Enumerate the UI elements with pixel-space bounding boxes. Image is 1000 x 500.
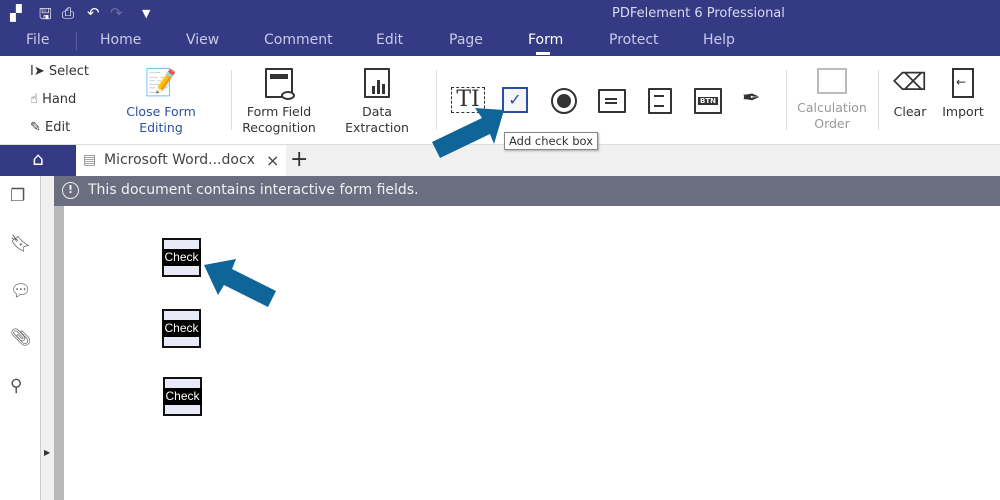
select-cursor-icon: I➤	[30, 64, 45, 79]
calculation-order-button[interactable]: Calculation Order	[794, 68, 870, 132]
clear-button[interactable]: ⌫ Clear	[890, 68, 930, 120]
checkbox-field-label: Check	[162, 320, 201, 337]
signature-tool-icon[interactable]: ✒	[742, 86, 760, 111]
bar-chart-icon	[364, 68, 390, 98]
edit-icon: ✎	[30, 120, 41, 135]
form-recognition-icon	[265, 68, 295, 100]
menu-comment[interactable]: Comment	[264, 32, 333, 48]
form-fields-notice: ! This document contains interactive for…	[54, 176, 1000, 206]
checkbox-field[interactable]: Check	[163, 377, 202, 416]
menu-divider	[76, 32, 77, 50]
tooltip: Add check box	[504, 132, 599, 150]
bookmark-icon[interactable]: 🔖︎	[10, 234, 32, 254]
pointer-arrow-checkbox	[204, 259, 276, 307]
label-line-2: Order	[814, 116, 850, 131]
print-icon[interactable]: ⎙	[62, 4, 74, 22]
arrow-shape	[204, 259, 276, 307]
select-tool[interactable]: I➤ Select	[30, 64, 89, 79]
home-tab-icon[interactable]: ⌂	[0, 145, 76, 176]
menu-view[interactable]: View	[186, 32, 219, 48]
checkbox-field-label: Check	[163, 388, 202, 405]
save-icon[interactable]: 🖫	[39, 4, 52, 29]
notice-text: This document contains interactive form …	[88, 182, 419, 198]
menu-file[interactable]: File	[26, 32, 49, 48]
clear-label: Clear	[893, 104, 927, 119]
btn-icon-text: BTN	[698, 97, 718, 105]
title-bar: ▞ 🖫 ⎙ ↶ ↷ ▼ PDFelement 6 Professional Fi…	[0, 0, 1000, 56]
list-box-tool-icon[interactable]	[648, 88, 672, 114]
edit-label: Edit	[45, 120, 71, 135]
label-line-1: Calculation	[797, 100, 867, 115]
close-tab-button[interactable]: ×	[266, 145, 279, 176]
redo-icon[interactable]: ↷	[110, 4, 123, 22]
pages-icon[interactable]: ❐	[10, 186, 25, 206]
checkbox-field[interactable]: Check	[162, 309, 201, 348]
label-line-1: Form Field	[246, 104, 312, 119]
attachment-icon[interactable]: 📎︎	[10, 328, 32, 348]
hand-label: Hand	[42, 92, 77, 107]
app-logo-icon: ▞	[10, 4, 22, 22]
menu-help[interactable]: Help	[703, 32, 735, 48]
divider	[231, 70, 232, 130]
close-form-editing-label: Close Form Editing	[126, 104, 196, 135]
import-label: Import	[942, 104, 984, 119]
pdf-page	[64, 206, 1000, 500]
new-tab-button[interactable]: +	[290, 145, 308, 175]
menu-protect[interactable]: Protect	[609, 32, 659, 48]
data-extraction-button[interactable]: Data Extraction	[330, 68, 424, 136]
menu-home[interactable]: Home	[100, 32, 141, 48]
data-extraction-label: Data Extraction	[345, 104, 409, 135]
form-field-recognition-button[interactable]: Form Field Recognition	[240, 68, 318, 136]
checkbox-field-label: Check	[162, 249, 201, 266]
combo-box-tool-icon[interactable]	[598, 89, 626, 113]
edit-tool[interactable]: ✎ Edit	[30, 120, 70, 135]
document-icon: ▤	[83, 152, 97, 168]
info-icon: !	[62, 182, 79, 199]
radio-button-tool-icon[interactable]	[551, 88, 577, 114]
hand-icon: ☝	[30, 92, 38, 107]
divider	[878, 70, 879, 130]
menu-form[interactable]: Form	[528, 32, 563, 48]
eraser-icon: ⌫	[893, 68, 927, 96]
comment-icon[interactable]: 💬︎	[10, 281, 32, 301]
menu-edit[interactable]: Edit	[376, 32, 403, 48]
calculator-icon	[817, 68, 847, 94]
menu-page[interactable]: Page	[449, 32, 483, 48]
search-icon[interactable]: ⚲	[10, 376, 22, 396]
app-title: PDFelement 6 Professional	[612, 6, 785, 21]
left-sidebar: ❐ 🔖︎ 💬︎ 📎︎ ⚲ ▶	[0, 176, 50, 500]
checkbox-field[interactable]: Check	[162, 238, 201, 277]
page-margin	[54, 176, 64, 500]
document-tab-title: Microsoft Word...docx	[104, 152, 255, 168]
form-edit-icon: 📝	[144, 68, 178, 98]
label-line-2: Recognition	[242, 120, 316, 135]
expand-panel-icon[interactable]: ▶	[44, 448, 50, 457]
active-menu-indicator	[536, 52, 550, 55]
undo-icon[interactable]: ↶	[87, 4, 100, 22]
pointer-arrow-toolbar	[432, 108, 504, 158]
hand-tool[interactable]: ☝ Hand	[30, 92, 76, 107]
import-button[interactable]: ← Import	[938, 68, 988, 120]
close-form-editing-button[interactable]: 📝 Close Form Editing	[104, 68, 218, 136]
divider	[786, 70, 787, 130]
document-tab[interactable]: ▤ Microsoft Word...docx ×	[76, 145, 286, 176]
import-file-icon: ←	[952, 68, 974, 98]
customize-toolbar-icon[interactable]: ▼	[142, 7, 150, 20]
arrow-shape	[432, 108, 504, 158]
select-label: Select	[48, 64, 89, 79]
button-tool-icon[interactable]: BTN	[694, 88, 722, 114]
